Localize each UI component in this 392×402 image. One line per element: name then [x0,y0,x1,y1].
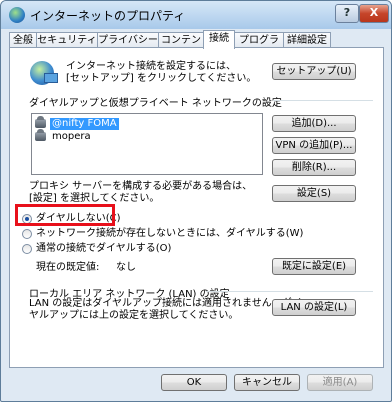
apply-button[interactable]: 適用(A) [307,374,373,391]
tab-security[interactable]: セキュリティ [36,32,98,48]
setup-description-line2: [セットアップ] をクリックしてください。 [66,73,257,84]
dialup-phone-icon [35,116,46,128]
dial-when-no-network-radio[interactable] [22,229,32,239]
setup-button[interactable]: セットアップ(U) [272,63,356,80]
cancel-button[interactable]: キャンセル [234,374,300,391]
connection-settings-button[interactable]: 設定(S) [272,185,356,202]
title-bar[interactable]: インターネットのプロパティ ? X [1,1,391,29]
lan-settings-button[interactable]: LAN の設定(L) [272,299,356,316]
window-title: インターネットのプロパティ [30,9,186,23]
internet-properties-dialog: インターネットのプロパティ ? X 全般 セキュリティ プライバシー コンテンツ… [0,0,392,402]
remove-connection-button[interactable]: 削除(R)... [272,159,356,176]
always-dial-label[interactable]: 通常の接続でダイヤルする(O) [36,243,171,255]
connection-name: @nifty FOMA [50,118,119,130]
proxy-description-line1: プロキシ サーバーを構成する必要がある場合は、 [29,181,253,192]
add-vpn-button[interactable]: VPN の追加(P)... [272,137,356,154]
current-default-label: 現在の既定値: [36,262,100,273]
dialup-group-divider [273,100,373,101]
set-default-button[interactable]: 既定に設定(E) [272,258,356,275]
tab-content[interactable]: コンテンツ [158,32,204,61]
dial-when-no-network-label[interactable]: ネットワーク接続が存在しないときには、ダイヤルする(W) [36,228,303,240]
tab-connections[interactable]: 接続 [203,30,235,49]
lan-description-line1: LAN の設定はダイヤルアップ接続には適用されません。ダイ [29,298,302,309]
lan-group-divider [206,291,373,292]
connection-list[interactable]: @nifty FOMA mopera [31,113,263,175]
connection-name: mopera [52,131,91,142]
dialup-phone-icon [35,129,46,141]
close-button[interactable]: X [359,4,389,23]
add-connection-button[interactable]: 追加(D)... [272,115,356,132]
lan-description-line2: ヤルアップには上の設定を選択してください。 [29,310,239,321]
internet-globe-icon [9,7,25,23]
ok-button[interactable]: OK [161,374,227,391]
tab-advanced[interactable]: 詳細設定 [283,32,331,48]
tab-programs[interactable]: プログラム [234,32,284,61]
annotation-highlight-box [15,204,115,226]
dialup-group-label: ダイヤルアップと仮想プライベート ネットワークの設定 [29,98,282,109]
always-dial-radio[interactable] [22,244,32,254]
setup-description-line1: インターネット接続を設定するには、 [66,61,236,72]
tab-general[interactable]: 全般 [9,32,37,48]
internet-connection-icon [30,61,58,85]
help-button[interactable]: ? [335,4,359,23]
tab-privacy[interactable]: プライバシー [97,32,159,48]
current-default-value: なし [116,262,136,273]
